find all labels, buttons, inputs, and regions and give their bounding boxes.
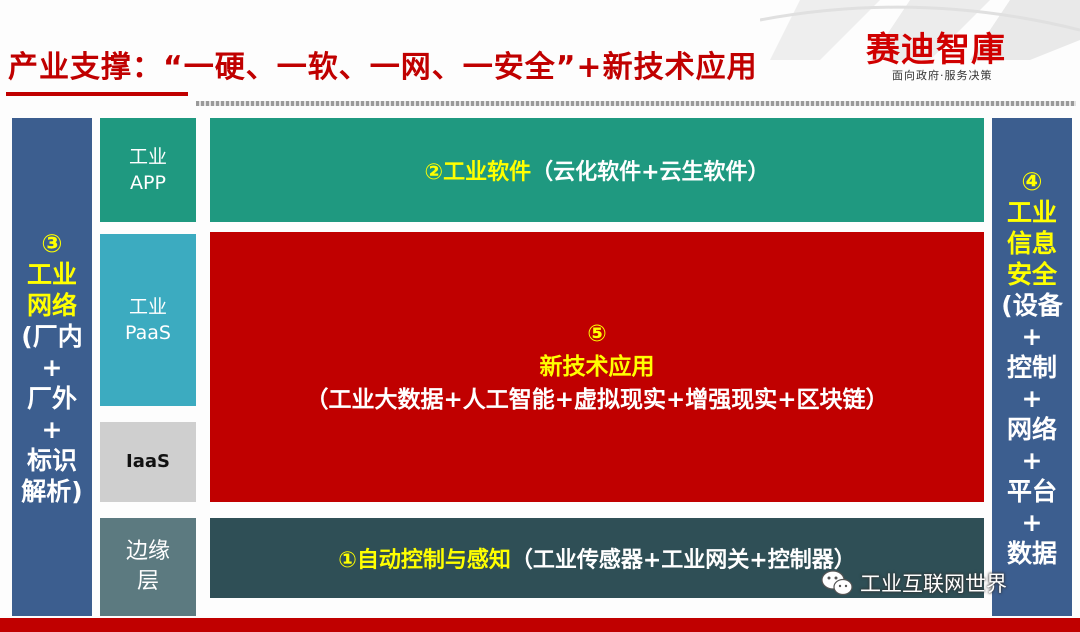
software-text: ②工业软件（云化软件+云生软件） [424,154,769,186]
stack-edge-layer: 边缘 层 [100,518,196,616]
industrial-security-panel: ④ 工业 信息 安全 (设备 + 控制 + 网络 + 平台 + 数据 [992,118,1072,616]
security-title-line: 信息 [1006,228,1057,258]
new-tech-title: 新技术应用 [539,353,655,380]
stack-iaas: IaaS [100,422,196,502]
wechat-icon [821,570,853,596]
logo: 赛迪智庫 面向政府·服务决策 [866,30,1076,88]
stack-paas-line: PaaS [125,322,171,344]
page-title: 产业支撑：“一硬、一软、一网、一安全”+新技术应用 [8,50,758,85]
security-title-line: 工业 [1006,197,1057,227]
network-detail-line: + [41,352,63,382]
security-detail-line: 控制 [1006,352,1057,382]
stack-edge-line: 层 [136,569,159,594]
logo-name: 赛迪智庫 [866,30,1006,70]
new-tech-number: ⑤ [587,320,607,347]
title-underline [6,92,188,96]
network-detail-line: 厂外 [26,383,77,413]
security-detail-line: + [1021,321,1043,351]
watermark: 工业互联网世界 [820,566,1070,600]
stack-industrial-app: 工业 APP [100,118,196,222]
security-detail-line: 数据 [1006,538,1057,568]
security-detail-line: + [1021,383,1043,413]
new-tech-detail: （工业大数据+人工智能+虚拟现实+增强现实+区块链） [305,386,889,413]
stack-edge-line: 边缘 [125,539,170,564]
software-title: ②工业软件 [424,160,532,185]
security-title-line: 安全 [1006,259,1057,289]
logo-tagline: 面向政府·服务决策 [892,69,993,82]
security-detail-line: + [1021,507,1043,537]
control-text: ①自动控制与感知（工业传感器+工业网关+控制器） [338,542,856,574]
security-detail-line: 平台 [1006,476,1057,506]
title-divider [196,101,1076,106]
security-detail-line: 网络 [1006,414,1057,444]
network-title-line: 网络 [26,290,77,320]
bottom-bar [0,618,1080,632]
stack-industrial-paas: 工业 PaaS [100,234,196,406]
stack-paas-line: 工业 [128,296,167,318]
slide: 产业支撑：“一硬、一软、一网、一安全”+新技术应用 赛迪智庫 面向政府·服务决策… [0,0,1080,632]
stack-app-line: APP [130,172,166,194]
network-title-line: 工业 [26,259,77,289]
security-detail-line: (设备 [1001,290,1063,320]
security-detail-line: + [1021,445,1043,475]
network-detail-line: + [41,414,63,444]
stack-iaas-label: IaaS [126,451,170,472]
network-number: ③ [41,228,63,258]
security-number: ④ [1021,166,1043,196]
network-detail-line: 标识 [26,445,77,475]
software-detail: （云化软件+云生软件） [531,160,770,185]
control-detail: （工业传感器+工业网关+控制器） [510,548,856,573]
new-technology-band: ⑤ 新技术应用 （工业大数据+人工智能+虚拟现实+增强现实+区块链） [210,232,984,502]
watermark-text: 工业互联网世界 [860,572,1007,596]
network-detail-line: (厂内 [21,321,83,351]
stack-app-line: 工业 [128,146,167,168]
industrial-network-panel: ③ 工业 网络 (厂内 + 厂外 + 标识 解析) [12,118,92,616]
control-title: ①自动控制与感知 [338,548,511,573]
network-detail-line: 解析) [21,476,83,506]
industrial-software-band: ②工业软件（云化软件+云生软件） [210,118,984,222]
